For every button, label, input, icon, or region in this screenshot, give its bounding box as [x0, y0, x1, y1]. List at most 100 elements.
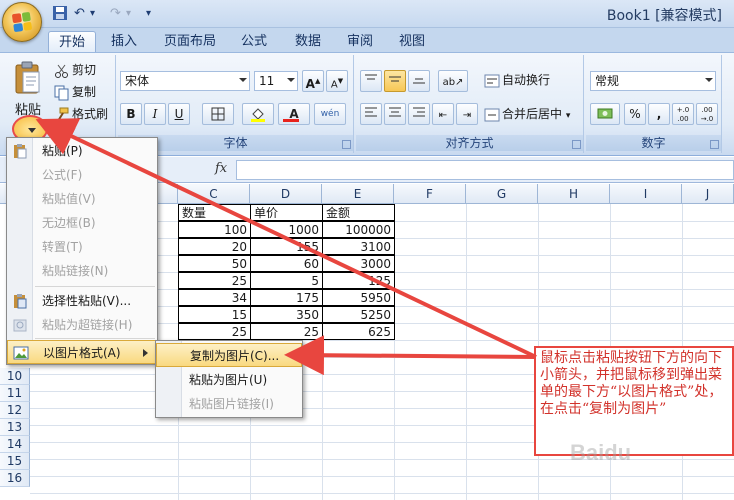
undo-icon[interactable]: ↶: [74, 5, 85, 23]
menu-item-formulas: 公式(F): [42, 168, 83, 182]
row-header-12[interactable]: 12: [0, 402, 30, 419]
formula-input[interactable]: [236, 160, 734, 180]
row-header-15[interactable]: 15: [0, 453, 30, 470]
table-cell[interactable]: 25: [250, 323, 323, 340]
shrink-font-button[interactable]: A▼: [326, 70, 348, 92]
row-header-11[interactable]: 11: [0, 385, 30, 402]
decrease-decimal-button[interactable]: .00 →.0: [696, 103, 718, 125]
paste-button[interactable]: 粘贴: [6, 59, 50, 145]
currency-button[interactable]: [590, 103, 620, 125]
tab-data[interactable]: 数据: [288, 31, 328, 52]
column-header-i[interactable]: I: [610, 184, 682, 204]
tab-review[interactable]: 审阅: [340, 31, 380, 52]
font-size-select[interactable]: 11: [254, 71, 298, 91]
increase-indent-button[interactable]: ⇥: [456, 103, 478, 125]
redo-icon[interactable]: ↷: [110, 5, 121, 23]
column-header-c[interactable]: C: [178, 184, 250, 204]
tab-view[interactable]: 视图: [392, 31, 432, 52]
column-header-h[interactable]: H: [538, 184, 610, 204]
table-cell[interactable]: 175: [250, 289, 323, 306]
office-button[interactable]: [2, 2, 42, 42]
paste-menu: 粘贴(P) 公式(F) 粘贴值(V) 无边框(B) 转置(T) 粘贴链接(N) …: [6, 137, 158, 365]
table-cell[interactable]: 5: [250, 272, 323, 289]
phonetic-button[interactable]: wén: [314, 103, 346, 125]
row-header-16[interactable]: 16: [0, 470, 30, 487]
copy-button[interactable]: 复制: [54, 83, 96, 101]
table-cell[interactable]: 5250: [322, 306, 395, 323]
table-cell[interactable]: 625: [322, 323, 395, 340]
borders-button[interactable]: [202, 103, 234, 125]
table-cell[interactable]: 1000: [250, 221, 323, 238]
table-cell[interactable]: 20: [178, 238, 251, 255]
orientation-button[interactable]: ab↗: [438, 70, 468, 92]
table-header-cell[interactable]: 数量: [178, 204, 251, 221]
alignment-group: ab↗ ⇤ ⇥ 自动换行 合并后居中 ▾ 对齐方式: [356, 55, 584, 153]
undo-dropdown-icon[interactable]: ▾: [90, 5, 95, 23]
merge-center-button[interactable]: 合并后居中 ▾: [484, 105, 570, 125]
alignment-group-label: 对齐方式: [356, 135, 583, 151]
cut-button[interactable]: 剪切: [54, 61, 96, 79]
comma-button[interactable]: ,: [648, 103, 670, 125]
menu-item-paste[interactable]: 粘贴(P): [7, 139, 157, 163]
column-header-d[interactable]: D: [250, 184, 322, 204]
percent-button[interactable]: %: [624, 103, 646, 125]
table-cell[interactable]: 125: [322, 272, 395, 289]
number-dialog-launcher[interactable]: [710, 140, 719, 149]
table-cell[interactable]: 34: [178, 289, 251, 306]
menu-item-paste-special[interactable]: 选择性粘贴(V)...: [7, 289, 157, 313]
redo-dropdown-icon[interactable]: ▾: [126, 5, 131, 23]
table-cell[interactable]: 50: [178, 255, 251, 272]
table-cell[interactable]: 100000: [322, 221, 395, 238]
table-cell[interactable]: 155: [250, 238, 323, 255]
underline-button[interactable]: U: [168, 103, 190, 125]
save-icon[interactable]: [52, 5, 68, 23]
table-cell[interactable]: 100: [178, 221, 251, 238]
fill-color-button[interactable]: [242, 103, 274, 125]
row-header-10[interactable]: 10: [0, 368, 30, 385]
table-cell[interactable]: 15: [178, 306, 251, 323]
italic-button[interactable]: I: [144, 103, 166, 125]
table-cell[interactable]: 60: [250, 255, 323, 272]
align-bottom-button[interactable]: [408, 70, 430, 92]
alignment-dialog-launcher[interactable]: [572, 140, 581, 149]
column-header-j[interactable]: J: [682, 184, 734, 204]
align-center-button[interactable]: [384, 103, 406, 125]
tab-insert[interactable]: 插入: [104, 31, 144, 52]
format-painter-button[interactable]: 格式刷: [54, 105, 108, 123]
table-cell[interactable]: 25: [178, 272, 251, 289]
column-header-f[interactable]: F: [394, 184, 466, 204]
menu-item-copy-as-picture[interactable]: 复制为图片(C)...: [156, 343, 302, 367]
number-format-select[interactable]: 常规: [590, 71, 716, 91]
wrap-text-button[interactable]: 自动换行: [484, 71, 550, 89]
table-cell[interactable]: 350: [250, 306, 323, 323]
table-cell[interactable]: 25: [178, 323, 251, 340]
increase-indent-icon: ⇥: [462, 110, 472, 121]
row-header-14[interactable]: 14: [0, 436, 30, 453]
decrease-indent-button[interactable]: ⇤: [432, 103, 454, 125]
align-left-button[interactable]: [360, 103, 382, 125]
font-color-button[interactable]: A: [278, 103, 310, 125]
menu-item-as-picture[interactable]: 以图片格式(A): [7, 340, 157, 364]
align-top-button[interactable]: [360, 70, 382, 92]
table-header-cell[interactable]: 金额: [322, 204, 395, 221]
align-right-button[interactable]: [408, 103, 430, 125]
table-cell[interactable]: 3100: [322, 238, 395, 255]
table-cell[interactable]: 3000: [322, 255, 395, 272]
align-middle-button[interactable]: [384, 70, 406, 92]
table-header-cell[interactable]: 单价: [250, 204, 323, 221]
row-header-13[interactable]: 13: [0, 419, 30, 436]
tab-home[interactable]: 开始: [48, 31, 96, 52]
bold-button[interactable]: B: [120, 103, 142, 125]
column-header-e[interactable]: E: [322, 184, 394, 204]
increase-decimal-button[interactable]: +.0 .00: [672, 103, 694, 125]
tab-page-layout[interactable]: 页面布局: [158, 31, 222, 52]
table-cell[interactable]: 5950: [322, 289, 395, 306]
font-family-select[interactable]: 宋体: [120, 71, 250, 91]
grow-font-button[interactable]: A▲: [302, 70, 324, 92]
font-dialog-launcher[interactable]: [342, 140, 351, 149]
menu-item-paste-as-picture[interactable]: 粘贴为图片(U): [156, 368, 302, 392]
customize-toolbar-icon[interactable]: ▾: [146, 5, 151, 23]
tab-formulas[interactable]: 公式: [234, 31, 274, 52]
insert-function-button[interactable]: fx: [215, 161, 227, 176]
column-header-g[interactable]: G: [466, 184, 538, 204]
